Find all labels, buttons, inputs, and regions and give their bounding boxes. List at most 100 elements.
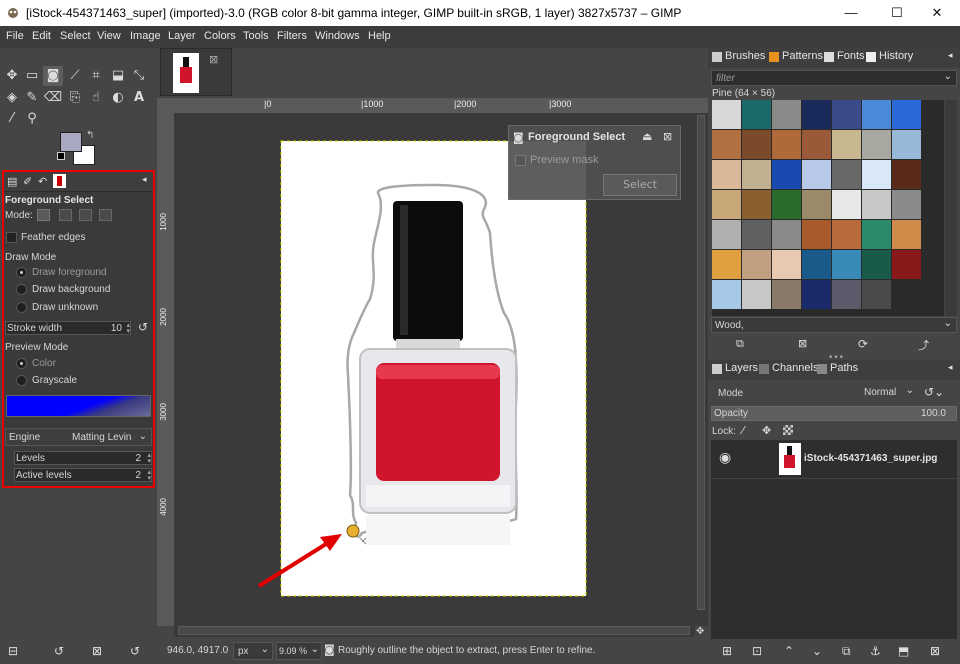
duplicate-pattern-icon[interactable]: ⧉ xyxy=(736,337,744,351)
unit-select[interactable]: px ⌄ xyxy=(233,642,273,660)
composite-mode-icon[interactable]: ↺⌄ xyxy=(924,385,944,399)
menu-filters[interactable]: Filters xyxy=(277,30,307,42)
color-picker-tool-icon[interactable]: ⁄ xyxy=(2,109,22,129)
dodge-tool-icon[interactable]: ◐ xyxy=(108,88,128,108)
pattern-tile[interactable] xyxy=(712,280,741,309)
pattern-tile[interactable] xyxy=(892,280,921,309)
crop-tool-icon[interactable]: ⌗ xyxy=(86,66,106,86)
pattern-tile[interactable] xyxy=(832,190,861,219)
eye-icon[interactable]: ◉ xyxy=(719,450,731,466)
pattern-tile[interactable] xyxy=(892,130,921,159)
pattern-tile[interactable] xyxy=(862,220,891,249)
pattern-tile[interactable] xyxy=(892,100,921,129)
menu-file[interactable]: File xyxy=(6,30,24,42)
pattern-tile[interactable] xyxy=(832,130,861,159)
delete-layer-icon[interactable]: ⊠ xyxy=(930,644,940,658)
layer-mode-select[interactable]: Normal ⌄ xyxy=(858,384,916,402)
lock-position-icon[interactable]: ✥ xyxy=(762,424,771,437)
engine-select[interactable]: Engine Matting Levin ⌄ xyxy=(5,428,152,446)
eject-icon[interactable]: ⏏ xyxy=(642,130,652,143)
mode-add-icon[interactable] xyxy=(59,209,72,221)
pattern-tile[interactable] xyxy=(712,220,741,249)
opacity-slider[interactable]: Opacity 100.0 xyxy=(711,406,957,421)
pattern-select[interactable]: Wood, ⌄ xyxy=(711,317,957,333)
new-layer-group-icon[interactable]: ⊡ xyxy=(752,644,762,658)
pattern-tile[interactable] xyxy=(742,130,771,159)
mode-intersect-icon[interactable] xyxy=(99,209,112,221)
pattern-tile[interactable] xyxy=(862,100,891,129)
pattern-tile[interactable] xyxy=(892,160,921,189)
restore-tool-preset-icon[interactable]: ↺ xyxy=(54,644,64,658)
pattern-tile[interactable] xyxy=(772,190,801,219)
stroke-width-field[interactable]: Stroke width 10 ▴ ▾ xyxy=(5,321,131,335)
active-levels-spin-icon[interactable]: ▴ ▾ xyxy=(147,469,151,482)
pattern-scrollbar[interactable] xyxy=(945,100,957,316)
pattern-tile[interactable] xyxy=(772,250,801,279)
draw-unknown-radio[interactable] xyxy=(16,302,27,313)
pattern-tile[interactable] xyxy=(892,220,921,249)
paintbrush-tool-icon[interactable]: ✎ xyxy=(22,88,42,108)
pattern-tile[interactable] xyxy=(742,160,771,189)
pattern-tile[interactable] xyxy=(742,190,771,219)
vertical-ruler[interactable]: 1000 2000 3000 4000 xyxy=(157,113,174,626)
select-button[interactable]: Select xyxy=(603,174,677,196)
foreground-select-tool-icon[interactable]: ◙ xyxy=(43,66,63,86)
pattern-tile[interactable] xyxy=(862,160,891,189)
panel-menu-icon[interactable]: ◂ xyxy=(948,363,953,373)
rect-select-tool-icon[interactable]: ▭ xyxy=(22,66,42,86)
pattern-tile[interactable] xyxy=(802,190,831,219)
tab-patterns[interactable]: Patterns xyxy=(782,50,823,66)
lock-alpha-icon[interactable] xyxy=(783,425,793,435)
tab-layers[interactable]: Layers xyxy=(725,362,758,378)
eraser-tool-icon[interactable]: ⌫ xyxy=(43,88,63,108)
pattern-tile[interactable] xyxy=(802,130,831,159)
pattern-tile[interactable] xyxy=(742,220,771,249)
pattern-tile[interactable] xyxy=(862,190,891,219)
tab-history[interactable]: History xyxy=(879,50,913,66)
preview-color-radio[interactable] xyxy=(16,358,27,369)
close-button[interactable]: ✕ xyxy=(914,0,960,26)
close-tab-icon[interactable]: ⊠ xyxy=(209,53,218,66)
pattern-tile[interactable] xyxy=(712,250,741,279)
pattern-tile[interactable] xyxy=(802,160,831,189)
delete-tool-preset-icon[interactable]: ⊠ xyxy=(92,644,102,658)
pattern-tile[interactable] xyxy=(862,280,891,309)
menu-view[interactable]: View xyxy=(97,30,121,42)
mask-color-button[interactable] xyxy=(6,395,151,417)
pattern-tile[interactable] xyxy=(712,100,741,129)
pattern-tile[interactable] xyxy=(742,250,771,279)
pattern-tile[interactable] xyxy=(802,250,831,279)
duplicate-layer-icon[interactable]: ⧉ xyxy=(842,644,851,659)
mode-replace-icon[interactable] xyxy=(37,209,50,221)
menu-select[interactable]: Select xyxy=(60,30,91,42)
image-tab[interactable]: ⊠ xyxy=(160,48,232,96)
pattern-tile[interactable] xyxy=(832,280,861,309)
pattern-tile[interactable] xyxy=(802,280,831,309)
tab-fonts[interactable]: Fonts xyxy=(837,50,865,66)
pattern-filter-input[interactable]: filter ⌄ xyxy=(711,70,957,86)
transform-tool-icon[interactable]: ⬓ xyxy=(108,66,128,86)
refresh-patterns-icon[interactable]: ⟳ xyxy=(858,337,868,351)
tab-paths[interactable]: Paths xyxy=(830,362,858,378)
panel-menu-icon[interactable]: ◂ xyxy=(948,51,953,61)
horizontal-scrollbar[interactable] xyxy=(174,624,695,637)
levels-spin-icon[interactable]: ▴ ▾ xyxy=(147,452,151,465)
tool-options-tab-icon[interactable]: ▤ xyxy=(7,175,17,188)
pattern-tile[interactable] xyxy=(712,130,741,159)
open-pattern-icon[interactable]: ⤴ xyxy=(918,337,929,353)
text-tool-icon[interactable]: A xyxy=(129,88,149,108)
active-levels-field[interactable]: Active levels 2 ▴ ▾ xyxy=(14,468,152,482)
foreground-color-swatch[interactable] xyxy=(60,132,82,152)
pattern-tile[interactable] xyxy=(772,220,801,249)
menu-help[interactable]: Help xyxy=(368,30,391,42)
move-tool-icon[interactable]: ✥ xyxy=(2,66,22,86)
reset-tool-options-icon[interactable]: ↺ xyxy=(130,644,140,658)
feather-edges-checkbox[interactable] xyxy=(6,232,17,243)
preview-mask-checkbox[interactable] xyxy=(515,155,526,166)
delete-pattern-icon[interactable]: ⊠ xyxy=(798,337,807,350)
pattern-tile[interactable] xyxy=(742,100,771,129)
draw-foreground-radio[interactable] xyxy=(16,267,27,278)
pattern-tile[interactable] xyxy=(862,250,891,279)
menu-image[interactable]: Image xyxy=(130,30,161,42)
swap-colors-icon[interactable]: ↰ xyxy=(86,130,94,141)
